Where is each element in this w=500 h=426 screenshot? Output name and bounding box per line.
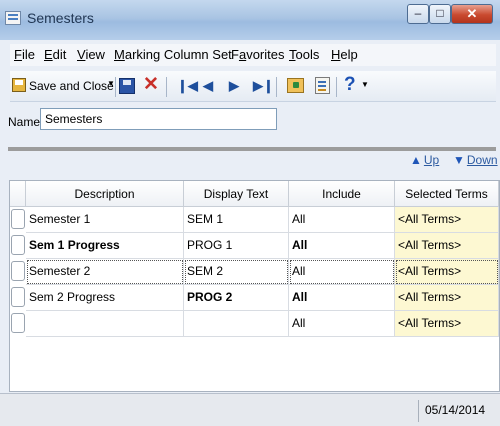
cell-include[interactable]: All <box>289 207 395 233</box>
menu-tools[interactable]: Tools <box>289 47 319 62</box>
row-selector[interactable] <box>11 313 25 333</box>
column-header-display-text[interactable]: Display Text <box>184 181 289 207</box>
cell-selected-terms[interactable]: <All Terms> <box>395 233 499 259</box>
name-label: Name: <box>8 115 44 129</box>
save-and-close-label: Save and Close <box>29 79 114 93</box>
help-icon[interactable]: ? <box>344 74 356 95</box>
cell-description[interactable] <box>26 311 184 337</box>
up-arrow-icon: ▲ <box>410 153 422 167</box>
dropdown-arrow-icon[interactable]: ▼ <box>107 79 115 88</box>
open-folder-icon[interactable] <box>287 78 304 93</box>
name-field[interactable]: Semesters <box>40 108 277 130</box>
cell-include[interactable]: All <box>289 233 395 259</box>
toolbar-separator <box>276 77 277 97</box>
toolbar-separator <box>115 77 116 97</box>
cell-include[interactable]: All <box>289 285 395 311</box>
row-header-corner <box>10 181 26 207</box>
cell-display-text[interactable]: PROG 1 <box>184 233 289 259</box>
close-button[interactable]: ✕ <box>451 4 493 24</box>
minimize-button[interactable]: – <box>407 4 429 24</box>
terms-grid: Description Display Text Include Selecte… <box>9 180 500 392</box>
column-header-description[interactable]: Description <box>26 181 184 207</box>
down-arrow-icon: ▼ <box>453 153 465 167</box>
row-selector[interactable] <box>11 287 25 307</box>
toolbar-separator <box>166 77 167 97</box>
cell-display-text[interactable]: SEM 2 <box>184 259 289 285</box>
delete-icon[interactable]: ✕ <box>143 75 159 95</box>
cell-display-text[interactable]: PROG 2 <box>184 285 289 311</box>
cell-selected-terms[interactable]: <All Terms> <box>395 285 499 311</box>
cell-include[interactable]: All <box>289 259 395 285</box>
move-down-button[interactable]: ▼ Down <box>453 153 498 167</box>
menu-file[interactable]: File <box>14 47 35 62</box>
cell-selected-terms[interactable]: <All Terms> <box>395 311 499 337</box>
last-record-icon[interactable]: ▶❙ <box>253 77 274 97</box>
cell-description[interactable]: Sem 1 Progress <box>26 233 184 259</box>
menu-help[interactable]: Help <box>331 47 358 62</box>
column-header-include[interactable]: Include <box>289 181 395 207</box>
status-date: 05/14/2014 <box>425 403 486 417</box>
toolbar: Save and Close ▼ ✕ ❙◀ ◀ ▶ ▶❙ ? ▼ <box>10 71 496 102</box>
menu-edit[interactable]: Edit <box>44 47 66 62</box>
row-selector[interactable] <box>11 209 25 229</box>
app-icon <box>5 11 21 25</box>
cell-display-text[interactable]: SEM 1 <box>184 207 289 233</box>
column-header-selected-terms[interactable]: Selected Terms <box>395 181 499 207</box>
form-edit-icon[interactable] <box>315 77 330 94</box>
cell-description[interactable]: Semester 1 <box>26 207 184 233</box>
next-record-icon[interactable]: ▶ <box>229 77 239 97</box>
help-dropdown-arrow-icon[interactable]: ▼ <box>361 80 369 100</box>
toolbar-separator <box>336 77 337 97</box>
cell-selected-terms[interactable]: <All Terms> <box>395 259 499 285</box>
save-and-close-button[interactable]: Save and Close ▼ <box>12 76 115 96</box>
save-icon[interactable] <box>119 78 135 94</box>
maximize-button[interactable]: □ <box>429 4 451 24</box>
menu-marking-column-set[interactable]: Marking Column Set <box>114 47 232 62</box>
semesters-window: Semesters – □ ✕ File Edit View Marking C… <box>0 0 500 426</box>
status-separator <box>418 400 419 422</box>
first-record-icon[interactable]: ❙◀ <box>177 77 198 97</box>
cell-description[interactable]: Sem 2 Progress <box>26 285 184 311</box>
row-selector[interactable] <box>11 261 25 281</box>
menu-favorites[interactable]: Favorites <box>231 47 284 62</box>
save-disk-icon <box>12 78 26 92</box>
cell-include[interactable]: All <box>289 311 395 337</box>
cell-description[interactable]: Semester 2 <box>26 259 184 285</box>
menu-bar: File Edit View Marking Column Set Favori… <box>10 44 496 66</box>
cell-display-text[interactable] <box>184 311 289 337</box>
move-up-button[interactable]: ▲ Up <box>410 153 439 167</box>
previous-record-icon[interactable]: ◀ <box>203 77 213 97</box>
cell-selected-terms[interactable]: <All Terms> <box>395 207 499 233</box>
window-title: Semesters <box>27 10 94 26</box>
row-selector[interactable] <box>11 235 25 255</box>
menu-view[interactable]: View <box>77 47 105 62</box>
title-bar[interactable]: Semesters – □ ✕ <box>0 0 500 40</box>
